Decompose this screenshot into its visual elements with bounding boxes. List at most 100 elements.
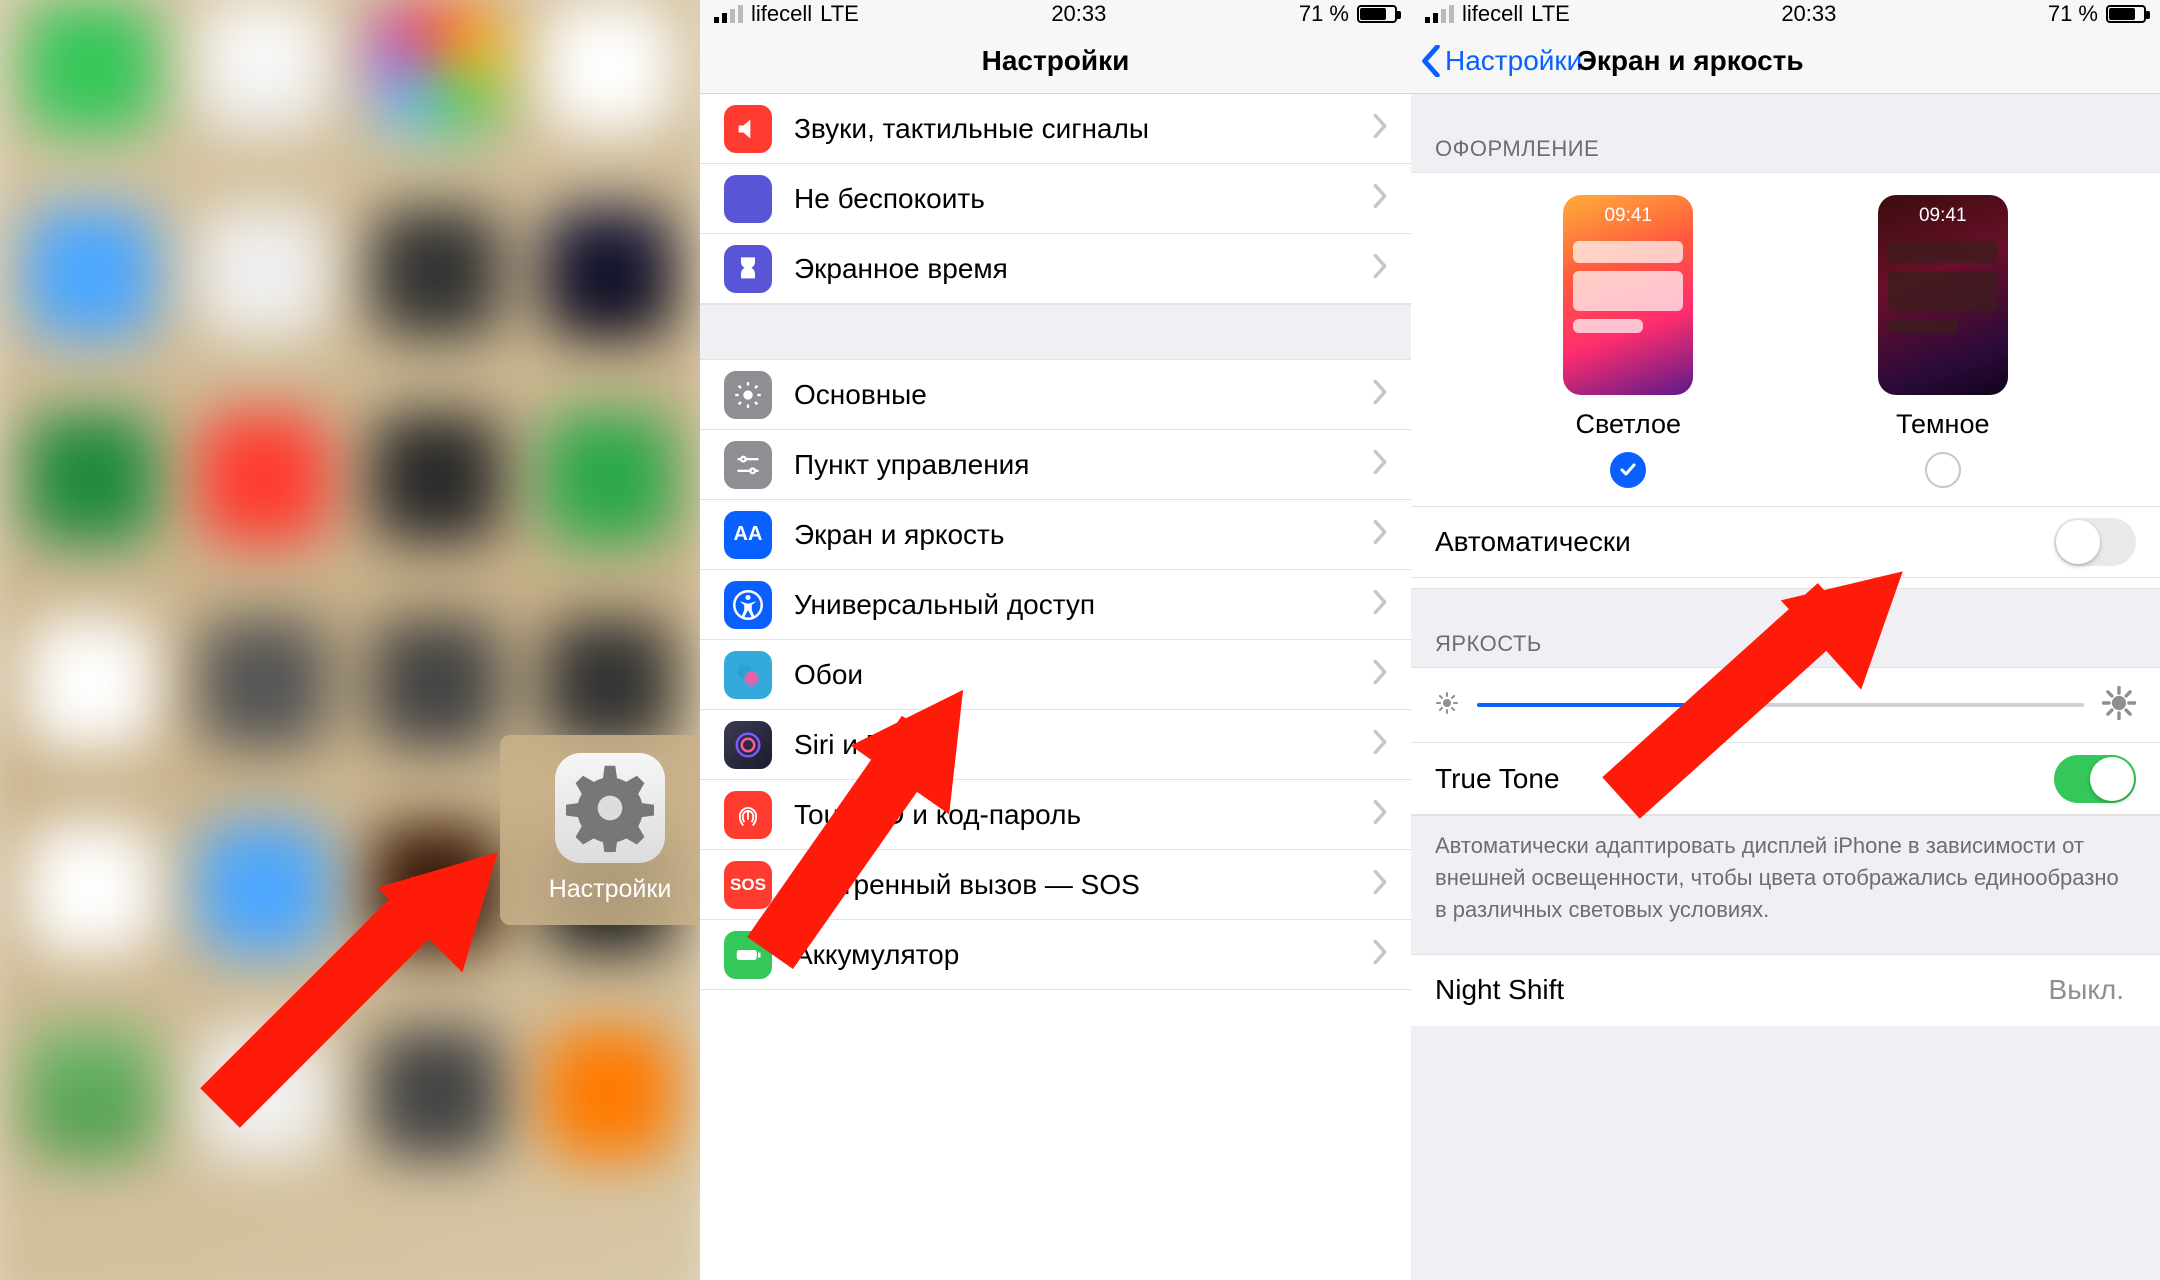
row-label: Не беспокоить — [794, 183, 1373, 215]
wallpaper-icon — [724, 651, 772, 699]
nav-bar: Настройки — [700, 28, 1411, 94]
battery-icon — [1357, 5, 1397, 23]
home-screen-pane: Настройки — [0, 0, 700, 1280]
page-title: Настройки — [982, 45, 1130, 77]
appearance-option-dark[interactable]: 09:41 Темное — [1878, 195, 2008, 488]
settings-group-a: Звуки, тактильные сигналы Не беспокоить Эк… — [700, 94, 1411, 304]
row-label: Экран и яркость — [794, 519, 1373, 551]
row-label: Универсальный доступ — [794, 589, 1373, 621]
sun-min-icon — [1435, 691, 1459, 720]
chevron-right-icon — [1373, 800, 1387, 829]
sos-icon: SOS — [724, 861, 772, 909]
chevron-right-icon — [1373, 380, 1387, 409]
control-center-icon — [724, 441, 772, 489]
chevron-right-icon — [1373, 520, 1387, 549]
settings-row[interactable]: Экранное время — [700, 234, 1411, 304]
settings-row[interactable]: Звуки, тактильные сигналы — [700, 94, 1411, 164]
sound-icon — [724, 105, 772, 153]
row-truetone[interactable]: True Tone — [1411, 743, 2160, 815]
clock: 20:33 — [1051, 1, 1106, 27]
settings-row[interactable]: Аккумулятор — [700, 920, 1411, 990]
battery-icon — [2106, 5, 2146, 23]
radio-dark[interactable] — [1925, 452, 1961, 488]
display-settings-pane: lifecell LTE 20:33 71 % Настройки Экран … — [1411, 0, 2160, 1280]
settings-group-b: Основные Пункт управления AA Экран и яркост… — [700, 360, 1411, 990]
settings-row[interactable]: Пункт управления — [700, 430, 1411, 500]
chevron-right-icon — [1373, 114, 1387, 143]
touchid-icon — [724, 791, 772, 839]
appearance-option-light[interactable]: 09:41 Светлое — [1563, 195, 1693, 488]
row-automatic[interactable]: Автоматически — [1411, 506, 2160, 578]
general-icon — [724, 371, 772, 419]
row-label: Экстренный вызов — SOS — [794, 869, 1373, 901]
settings-app-icon[interactable]: Настройки — [500, 735, 700, 925]
chevron-right-icon — [1373, 870, 1387, 899]
settings-row[interactable]: Основные — [700, 360, 1411, 430]
settings-row[interactable]: Не беспокоить — [700, 164, 1411, 234]
light-label: Светлое — [1563, 409, 1693, 440]
battery-pct: 71 % — [1299, 1, 1349, 27]
accessibility-icon — [724, 581, 772, 629]
settings-row[interactable]: AA Экран и яркость — [700, 500, 1411, 570]
section-header-brightness: ЯРКОСТЬ — [1411, 589, 2160, 667]
radio-light[interactable] — [1610, 452, 1646, 488]
toggle-truetone[interactable] — [2054, 755, 2136, 803]
siri-icon — [724, 721, 772, 769]
sun-max-icon — [2102, 686, 2136, 725]
home-blur-layer — [0, 0, 700, 1280]
row-nightshift[interactable]: Night Shift Выкл. — [1411, 954, 2160, 1026]
section-separator — [700, 304, 1411, 360]
toggle-automatic[interactable] — [2054, 518, 2136, 566]
nav-bar: Настройки Экран и яркость — [1411, 28, 2160, 94]
row-label: Touch ID и код-пароль — [794, 799, 1373, 831]
settings-row[interactable]: SOS Экстренный вызов — SOS — [700, 850, 1411, 920]
signal-icon — [1425, 5, 1454, 23]
row-label: Аккумулятор — [794, 939, 1373, 971]
automatic-label: Автоматически — [1435, 526, 1631, 558]
row-label: Пункт управления — [794, 449, 1373, 481]
battery-pct: 71 % — [2048, 1, 2098, 27]
chevron-right-icon — [1373, 590, 1387, 619]
row-label: Основные — [794, 379, 1373, 411]
brightness-slider-row — [1411, 667, 2160, 743]
dark-label: Темное — [1878, 409, 2008, 440]
truetone-footer: Автоматически адаптировать дисплей iPhon… — [1411, 815, 2160, 954]
truetone-label: True Tone — [1435, 763, 1560, 795]
row-label: Звуки, тактильные сигналы — [794, 113, 1373, 145]
battery-icon — [724, 931, 772, 979]
settings-label: Настройки — [500, 875, 700, 904]
row-label: Обои — [794, 659, 1373, 691]
dark-preview: 09:41 — [1878, 195, 2008, 395]
nightshift-value: Выкл. — [2049, 974, 2124, 1006]
chevron-right-icon — [1373, 184, 1387, 213]
back-button[interactable]: Настройки — [1421, 28, 1582, 93]
signal-icon — [714, 5, 743, 23]
status-bar: lifecell LTE 20:33 71 % — [1411, 0, 2160, 28]
row-label: Экранное время — [794, 253, 1373, 285]
settings-row[interactable]: Touch ID и код-пароль — [700, 780, 1411, 850]
carrier-label: lifecell — [751, 1, 812, 27]
chevron-right-icon — [1373, 940, 1387, 969]
network-label: LTE — [820, 1, 859, 27]
chevron-right-icon — [1373, 660, 1387, 689]
network-label: LTE — [1531, 1, 1570, 27]
screentime-icon — [724, 245, 772, 293]
settings-row[interactable]: Siri и Поиск — [700, 710, 1411, 780]
light-preview: 09:41 — [1563, 195, 1693, 395]
settings-list-pane: lifecell LTE 20:33 71 % Настройки Звуки,… — [700, 0, 1411, 1280]
chevron-right-icon — [1373, 254, 1387, 283]
page-title: Экран и яркость — [1577, 45, 1804, 77]
status-bar: lifecell LTE 20:33 71 % — [700, 0, 1411, 28]
gear-icon — [555, 753, 665, 863]
settings-row[interactable]: Универсальный доступ — [700, 570, 1411, 640]
section-header-appearance: ОФОРМЛЕНИЕ — [1411, 94, 2160, 172]
display-icon: AA — [724, 511, 772, 559]
chevron-right-icon — [1373, 450, 1387, 479]
chevron-right-icon — [1373, 730, 1387, 759]
clock: 20:33 — [1781, 1, 1836, 27]
appearance-group: 09:41 Светлое 09:41 Темное — [1411, 172, 2160, 589]
brightness-slider[interactable] — [1477, 703, 2084, 707]
carrier-label: lifecell — [1462, 1, 1523, 27]
dnd-icon — [724, 175, 772, 223]
settings-row[interactable]: Обои — [700, 640, 1411, 710]
